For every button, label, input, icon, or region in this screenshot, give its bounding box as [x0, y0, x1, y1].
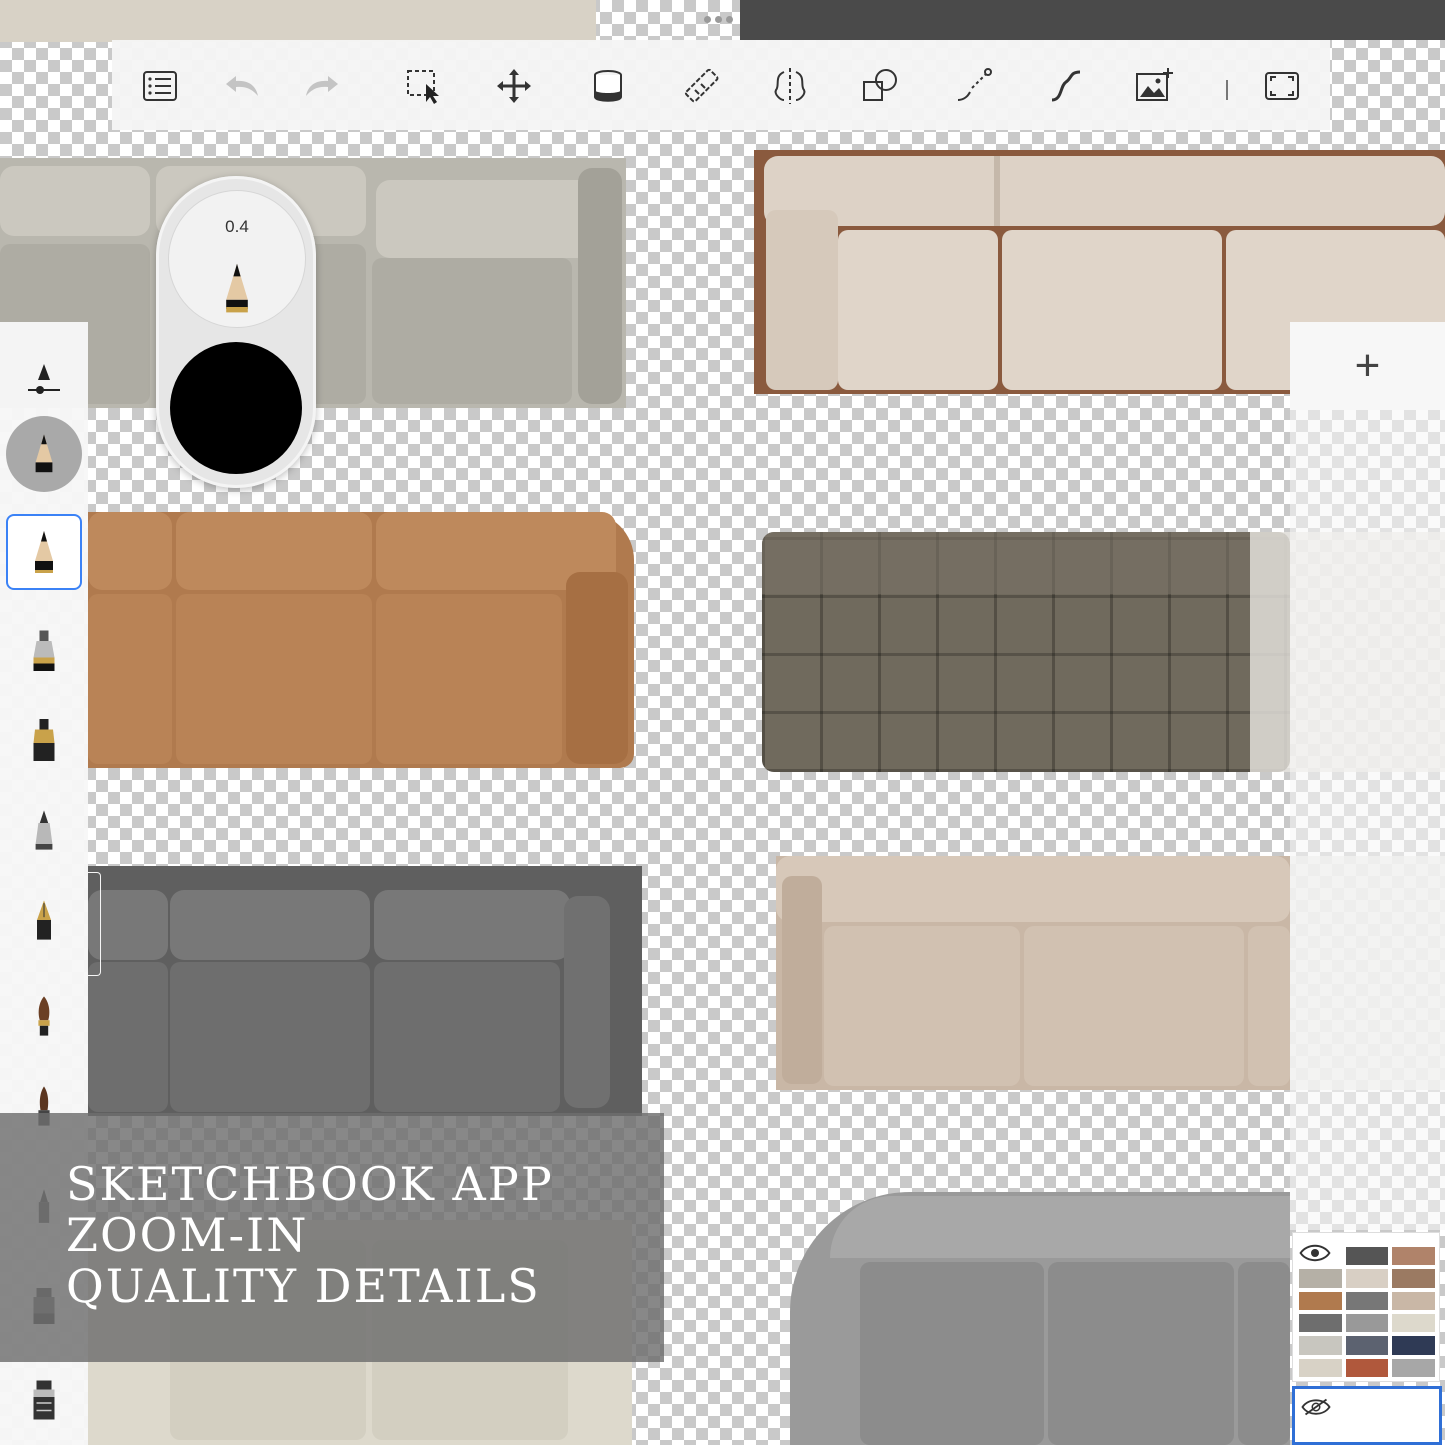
ink-brush-icon[interactable] — [6, 702, 82, 778]
toolbar-overflow-icon[interactable] — [1226, 80, 1236, 100]
layer-thumbnail-grid — [1299, 1247, 1435, 1377]
brush-size-control[interactable]: 0.4 — [168, 190, 306, 328]
sofa-cognac-leather — [88, 512, 634, 768]
pencil-brush-selected-icon[interactable] — [6, 514, 82, 590]
paint-brush-icon[interactable] — [6, 978, 82, 1054]
add-image-icon[interactable] — [1132, 64, 1176, 108]
sofa-grey-rounded — [790, 1192, 1290, 1445]
add-layer-button[interactable]: + — [1290, 322, 1445, 410]
redo-icon[interactable] — [300, 64, 344, 108]
recent-brush-pencil-icon[interactable] — [6, 416, 82, 492]
layer-sofas-thumbnail[interactable] — [1292, 1232, 1440, 1382]
sofa-taupe-tufted — [762, 532, 1290, 772]
stroke-tool-icon[interactable] — [952, 64, 996, 108]
visibility-hidden-icon[interactable] — [1301, 1397, 1331, 1417]
shape-tool-icon[interactable] — [858, 64, 902, 108]
texture-brush-icon[interactable] — [6, 1362, 82, 1438]
layers-menu-icon[interactable] — [138, 64, 182, 108]
fill-bucket-icon[interactable] — [586, 64, 630, 108]
marker-brush-icon[interactable] — [6, 612, 82, 688]
caption-line-1: SKETCHBOOK APP — [66, 1157, 554, 1211]
caption-line-2: ZOOM-IN — [66, 1208, 309, 1262]
caption-line-3: QUALITY DETAILS — [66, 1259, 541, 1313]
brush-settings-icon[interactable] — [6, 342, 82, 418]
caption-text: SKETCHBOOK APP ZOOM-IN QUALITY DETAILS — [66, 1159, 554, 1312]
pencil-icon — [226, 263, 248, 313]
brush-size-puck[interactable]: 0.4 — [156, 176, 316, 488]
airbrush-icon[interactable] — [6, 792, 82, 868]
caption-overlay: SKETCHBOOK APP ZOOM-IN QUALITY DETAILS — [0, 1113, 664, 1362]
top-toolbar — [112, 40, 1330, 130]
ruler-icon[interactable] — [680, 64, 724, 108]
plus-icon: + — [1354, 341, 1381, 390]
layer-empty-selected[interactable] — [1292, 1386, 1442, 1445]
sofa-sand — [776, 856, 1290, 1090]
sofa-top-left-partial — [0, 0, 596, 42]
selection-tool-icon[interactable] — [402, 64, 446, 108]
curve-icon[interactable] — [1044, 64, 1088, 108]
brush-selection-bracket — [88, 872, 101, 976]
layer-list — [1290, 410, 1445, 1230]
brush-size-value: 0.4 — [225, 217, 249, 236]
fountain-pen-icon[interactable] — [6, 882, 82, 958]
fullscreen-icon[interactable] — [1260, 64, 1304, 108]
current-color-swatch[interactable] — [170, 342, 302, 474]
symmetry-icon[interactable] — [768, 64, 812, 108]
undo-icon[interactable] — [220, 64, 264, 108]
sofa-charcoal-grey — [88, 866, 642, 1116]
transform-move-icon[interactable] — [492, 64, 536, 108]
sofa-top-right-partial — [740, 0, 1445, 40]
page-indicator-icon — [704, 14, 734, 24]
